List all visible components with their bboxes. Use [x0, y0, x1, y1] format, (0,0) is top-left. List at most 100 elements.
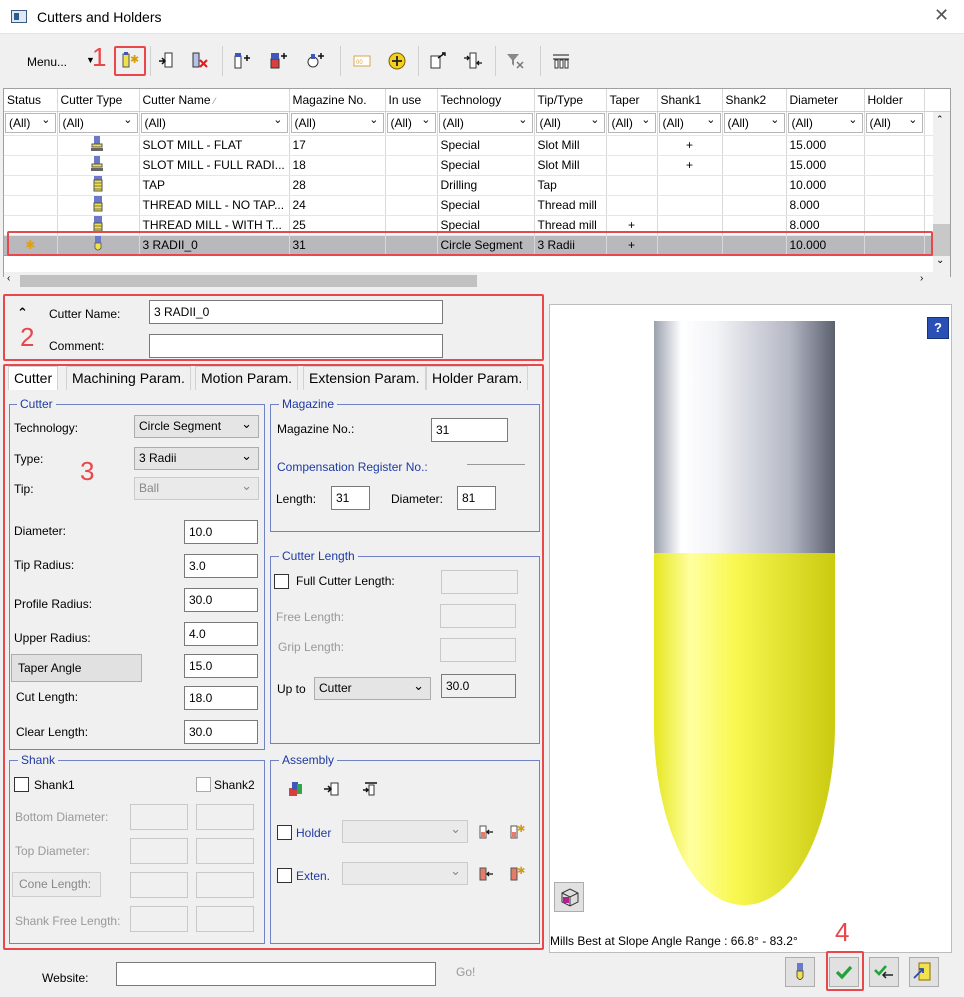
add-shank-icon[interactable] — [232, 51, 252, 71]
exten-select[interactable] — [342, 860, 468, 885]
column-header-cutter-name[interactable]: Cutter Name ⁄ — [139, 89, 290, 112]
column-header-diameter[interactable]: Diameter — [786, 89, 865, 112]
column-header-taper[interactable]: Taper — [606, 89, 658, 112]
column-header-magazine-no[interactable]: Magazine No. — [289, 89, 386, 112]
technology-select[interactable]: Circle Segment — [134, 413, 259, 438]
add-holder-icon[interactable] — [268, 51, 288, 71]
assembly-import-icon[interactable] — [323, 780, 341, 801]
holder-checkbox[interactable] — [277, 825, 292, 840]
free-length-input[interactable] — [440, 604, 516, 628]
filter-cutter-type[interactable]: (All) — [58, 111, 138, 133]
top-diameter-input-1[interactable] — [130, 838, 188, 864]
taper-angle-input[interactable]: 15.0 — [184, 654, 258, 678]
table-row[interactable]: SLOT MILL - FLAT 17 Special Slot Mill + … — [4, 135, 950, 156]
exit-button[interactable] — [909, 957, 939, 987]
filter-cutter-name[interactable]: (All) — [140, 111, 288, 133]
cone-length-input-2[interactable] — [196, 872, 254, 898]
export-icon[interactable] — [428, 51, 448, 71]
full-cutter-length-checkbox[interactable] — [274, 574, 289, 589]
exten-checkbox[interactable] — [277, 868, 292, 883]
filter-shank2[interactable]: (All) — [723, 111, 785, 133]
website-input[interactable] — [116, 962, 436, 986]
tip-select[interactable]: Ball — [134, 475, 259, 500]
full-cutter-length-input[interactable] — [441, 570, 518, 594]
comp-diameter-input[interactable]: 81 — [457, 486, 496, 510]
new-cutter-icon[interactable]: ✱ — [120, 51, 140, 71]
column-header-status[interactable]: Status — [4, 89, 58, 112]
go-link[interactable]: Go! — [456, 965, 475, 979]
holder-new-icon[interactable]: ✱ — [508, 822, 526, 843]
select-cutter-button[interactable] — [785, 957, 815, 987]
table-row[interactable]: SLOT MILL - FULL RADI... 18 Special Slot… — [4, 155, 950, 176]
close-icon[interactable]: ✕ — [934, 5, 949, 26]
filter-status[interactable]: (All) — [5, 111, 56, 133]
table-row[interactable]: THREAD MILL - NO TAP... 24 Special Threa… — [4, 195, 950, 216]
help-button[interactable]: ? — [927, 317, 949, 339]
filter-diameter[interactable]: (All) — [787, 111, 863, 133]
shank1-checkbox[interactable] — [14, 777, 29, 792]
comment-input[interactable] — [149, 334, 443, 358]
add-circle-icon[interactable] — [387, 51, 407, 71]
column-header-in-use[interactable]: In use — [385, 89, 438, 112]
comp-length-input[interactable]: 31 — [331, 486, 370, 510]
column-header-shank1[interactable]: Shank1 — [657, 89, 723, 112]
filter-magazine-no[interactable]: (All) — [290, 111, 384, 133]
shank2-checkbox[interactable] — [196, 777, 211, 792]
taper-angle-button[interactable]: Taper Angle — [11, 654, 142, 682]
cut-length-input[interactable]: 18.0 — [184, 686, 258, 710]
column-header-holder[interactable]: Holder — [864, 89, 925, 112]
clear-length-input[interactable]: 30.0 — [184, 720, 258, 744]
assembly-export-icon[interactable] — [362, 780, 380, 801]
column-header-cutter-type[interactable]: Cutter Type — [57, 89, 140, 112]
bottom-diameter-input-1[interactable] — [130, 804, 188, 830]
magazine-no-input[interactable]: 31 — [431, 418, 508, 442]
horizontal-scroll-thumb[interactable] — [20, 275, 477, 287]
top-diameter-input-2[interactable] — [196, 838, 254, 864]
column-header-shank2[interactable]: Shank2 — [722, 89, 787, 112]
cone-length-input-1[interactable] — [130, 872, 188, 898]
filter-in-use[interactable]: (All) — [386, 111, 436, 133]
up-to-select[interactable]: Cutter — [314, 675, 431, 700]
column-header-tip-type[interactable]: Tip/Type — [534, 89, 607, 112]
filter-tip-type[interactable]: (All) — [535, 111, 605, 133]
assembly-build-icon[interactable] — [287, 780, 305, 801]
view-3d-button[interactable] — [554, 882, 584, 912]
apply-button[interactable] — [869, 957, 899, 987]
scroll-left-icon[interactable]: ‹ — [7, 273, 10, 284]
scroll-up-icon[interactable]: ⌃ — [936, 114, 944, 125]
add-assembly-icon[interactable] — [305, 51, 325, 71]
column-header-technology[interactable]: Technology — [437, 89, 535, 112]
swap-icon[interactable] — [463, 51, 483, 71]
cone-length-button[interactable]: Cone Length: — [12, 872, 101, 897]
holder-select[interactable] — [342, 818, 468, 843]
import-cutter-icon[interactable] — [157, 51, 177, 71]
grip-length-input[interactable] — [440, 638, 516, 662]
holder-import-icon[interactable] — [478, 823, 494, 844]
type-select[interactable]: 3 Radii — [134, 445, 259, 470]
bottom-diameter-input-2[interactable] — [196, 804, 254, 830]
filter-taper[interactable]: (All) — [607, 111, 656, 133]
shank-free-length-input-1[interactable] — [130, 906, 188, 932]
scroll-down-icon[interactable]: ⌄ — [936, 255, 944, 266]
grid-vertical-scrollbar[interactable]: ⌃ ⌄ — [933, 112, 950, 277]
menu-button[interactable]: Menu... — [27, 55, 67, 69]
filter-technology[interactable]: (All) — [438, 111, 533, 133]
scroll-right-icon[interactable]: › — [920, 273, 923, 284]
profile-radius-input[interactable]: 30.0 — [184, 588, 258, 612]
cutter-name-input[interactable]: 3 RADII_0 — [149, 300, 443, 324]
shank-free-length-input-2[interactable] — [196, 906, 254, 932]
upper-radius-input[interactable]: 4.0 — [184, 622, 258, 646]
filter-shank1[interactable]: (All) — [658, 111, 721, 133]
collapse-icon[interactable]: ⌃ — [17, 305, 28, 321]
delete-cutter-icon[interactable] — [190, 51, 210, 71]
table-icon[interactable]: 00 — [352, 51, 372, 71]
tip-radius-input[interactable]: 3.0 — [184, 554, 258, 578]
filter-holder[interactable]: (All) — [865, 111, 923, 133]
exten-new-icon[interactable]: ✱ — [508, 864, 526, 885]
table-row[interactable]: TAP 28 Drilling Tap 10.000 — [4, 175, 950, 196]
clear-filter-icon[interactable] — [505, 51, 525, 71]
scroll-thumb[interactable] — [933, 224, 950, 256]
diameter-input[interactable]: 10.0 — [184, 520, 258, 544]
exten-import-icon[interactable] — [478, 865, 494, 886]
tool-list-icon[interactable] — [551, 51, 571, 71]
